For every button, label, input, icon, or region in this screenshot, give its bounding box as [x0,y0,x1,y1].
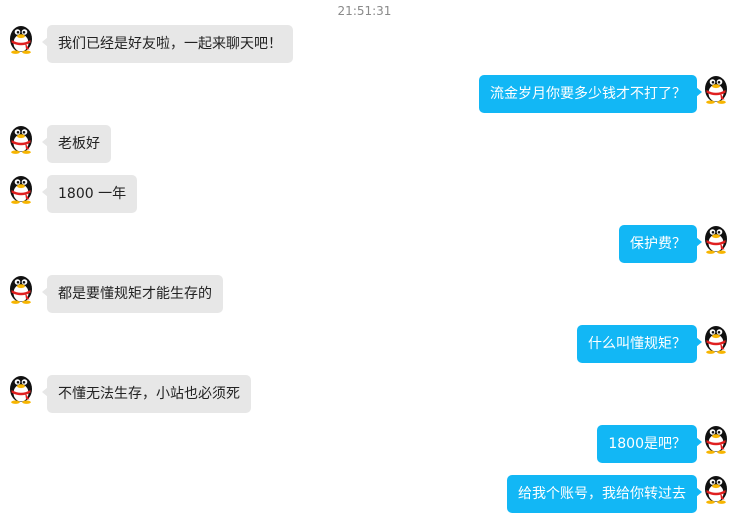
message-bubble[interactable]: 老板好 [42,125,111,163]
qq-penguin-icon[interactable] [6,22,36,54]
qq-penguin-icon[interactable] [6,372,36,404]
qq-penguin-icon[interactable] [6,272,36,304]
message-bubble[interactable]: 1800是吧？ [597,425,702,463]
message-bubble[interactable]: 保护费？ [619,225,702,263]
message-bubble[interactable]: 什么叫懂规矩？ [577,325,702,363]
qq-penguin-icon[interactable] [701,472,729,504]
qq-penguin-icon[interactable] [6,122,36,154]
qq-penguin-icon[interactable] [701,72,729,104]
message-bubble[interactable]: 1800 一年 [41,175,138,213]
message-bubble[interactable]: 流金岁月你要多少钱才不打了？ [479,75,702,113]
message-bubble[interactable]: 我们已经是好友啦，一起来聊天吧！ [42,25,293,63]
qq-penguin-icon[interactable] [6,172,36,204]
qq-penguin-icon[interactable] [701,322,729,354]
message-bubble[interactable]: 都是要懂规矩才能生存的 [42,275,223,313]
qq-penguin-icon[interactable] [701,222,729,254]
message-bubble[interactable]: 给我个账号，我给你转过去 [507,475,702,513]
message-bubble[interactable]: 不懂无法生存，小站也必须死 [42,375,251,413]
qq-penguin-icon[interactable] [701,422,729,454]
message-timestamp: 21:51:31 [337,4,392,18]
